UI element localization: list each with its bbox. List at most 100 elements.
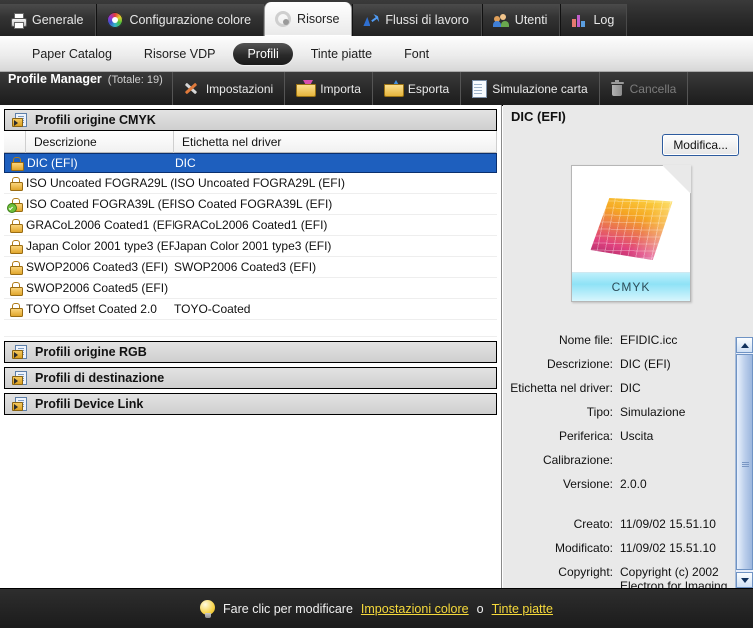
- field-descrizione: Descrizione: DIC (EFI): [503, 357, 735, 371]
- tools-icon: [184, 81, 200, 97]
- importa-button[interactable]: Importa: [285, 72, 373, 105]
- table-row[interactable]: ISO Coated FOGRA39L (EFI) ISO Coated FOG…: [4, 194, 497, 215]
- lock-icon: [5, 157, 27, 171]
- tab-label: Configurazione colore: [129, 12, 252, 27]
- table-row[interactable]: SWOP2006 Coated3 (EFI) SWOP2006 Coated3 …: [4, 257, 497, 278]
- lock-check-icon: [4, 198, 26, 213]
- table-row[interactable]: Japan Color 2001 type3 (EFI) Japan Color…: [4, 236, 497, 257]
- impostazioni-button[interactable]: Impostazioni: [173, 72, 286, 105]
- lock-icon: [4, 303, 26, 317]
- tab-flussi-di-lavoro[interactable]: Flussi di lavoro: [352, 4, 482, 36]
- collapsed-group-icon: [12, 345, 27, 359]
- field-label: Etichetta nel driver:: [510, 381, 613, 395]
- folder-export-icon: [383, 79, 404, 97]
- row-description: SWOP2006 Coated5 (EFI): [26, 281, 169, 295]
- table-row[interactable]: GRACoL2006 Coated1 (EFI) GRACoL2006 Coat…: [4, 215, 497, 236]
- lock-icon: [4, 282, 26, 296]
- row-description: TOYO Offset Coated 2.0: [26, 302, 157, 316]
- gear-icon: [275, 11, 292, 27]
- row-description: ISO Coated FOGRA39L (EFI): [26, 197, 174, 211]
- row-driver-label: ISO Uncoated FOGRA29L (EFI): [174, 176, 345, 190]
- button-label: Simulazione carta: [492, 81, 588, 96]
- cancella-button[interactable]: Cancella: [600, 72, 689, 105]
- simulazione-carta-button[interactable]: Simulazione carta: [461, 72, 600, 105]
- field-value: 11/09/02 15.51.10: [620, 517, 716, 531]
- table-row[interactable]: TOYO Offset Coated 2.0 TOYO-Coated: [4, 299, 497, 320]
- scroll-down-button[interactable]: [736, 572, 753, 588]
- group-header-label: Profili origine RGB: [35, 345, 147, 359]
- subtab-profili[interactable]: Profili: [233, 42, 293, 65]
- list-column-headers: Descrizione Etichetta nel driver: [4, 130, 497, 153]
- row-description: GRACoL2006 Coated1 (EFI): [26, 218, 174, 232]
- main-tab-bar: Generale Configurazione colore Risorse F…: [0, 0, 753, 37]
- tinte-piatte-link[interactable]: Tinte piatte: [492, 602, 553, 616]
- group-header-destinazione[interactable]: Profili di destinazione: [4, 367, 497, 389]
- expanded-group-icon: [12, 113, 27, 127]
- field-calibrazione: Calibrazione:: [503, 453, 735, 467]
- detail-vertical-scrollbar[interactable]: [735, 337, 753, 588]
- field-label: Versione:: [562, 477, 613, 491]
- field-value: Uscita: [620, 429, 654, 443]
- lock-icon: [4, 240, 26, 254]
- chevron-down-icon: [740, 577, 749, 583]
- application-window: Generale Configurazione colore Risorse F…: [0, 0, 753, 628]
- lock-icon: [4, 261, 26, 275]
- modifica-button[interactable]: Modifica...: [662, 134, 739, 156]
- printer-icon: [10, 12, 27, 29]
- tab-label: Log: [593, 12, 615, 27]
- field-etichetta-driver: Etichetta nel driver: DIC: [503, 381, 735, 395]
- esporta-button[interactable]: Esporta: [373, 72, 462, 105]
- tab-risorse[interactable]: Risorse: [264, 2, 353, 36]
- field-versione: Versione: 2.0.0: [503, 477, 735, 491]
- subtab-risorse-vdp[interactable]: Risorse VDP: [130, 43, 230, 65]
- collapsed-group-icon: [12, 397, 27, 411]
- scrollbar-grip-icon: [742, 462, 749, 467]
- subtab-font[interactable]: Font: [390, 43, 443, 65]
- group-header-label: Profili di destinazione: [35, 371, 165, 385]
- row-description: DIC (EFI): [27, 156, 78, 170]
- tab-configurazione-colore[interactable]: Configurazione colore: [96, 4, 265, 36]
- row-driver-label: GRACoL2006 Coated1 (EFI): [174, 218, 328, 232]
- tab-label: Flussi di lavoro: [385, 12, 469, 27]
- field-label: Copyright:: [558, 565, 613, 579]
- field-label: Creato:: [573, 517, 613, 531]
- scrollbar-thumb[interactable]: [736, 354, 753, 570]
- table-row[interactable]: SWOP2006 Coated5 (EFI): [4, 278, 497, 299]
- impostazioni-colore-link[interactable]: Impostazioni colore: [361, 602, 469, 616]
- field-label: Descrizione:: [546, 357, 613, 371]
- group-header-cmyk[interactable]: Profili origine CMYK: [4, 109, 497, 131]
- column-header-etichetta[interactable]: Etichetta nel driver: [174, 130, 497, 153]
- tab-generale[interactable]: Generale: [0, 4, 97, 36]
- profile-total-count: (Totale: 19): [107, 74, 163, 86]
- button-label: Importa: [320, 81, 361, 96]
- tab-utenti[interactable]: Utenti: [481, 4, 561, 36]
- table-row[interactable]: DIC (EFI) DIC: [4, 153, 497, 173]
- row-description: ISO Uncoated FOGRA29L (...: [26, 176, 174, 190]
- table-row[interactable]: ISO Uncoated FOGRA29L (... ISO Uncoated …: [4, 173, 497, 194]
- group-header-device-link[interactable]: Profili Device Link: [4, 393, 497, 415]
- tab-log[interactable]: Log: [560, 4, 628, 36]
- folder-import-icon: [296, 79, 317, 97]
- field-tipo: Tipo: Simulazione: [503, 405, 735, 419]
- field-creato: Creato: 11/09/02 15.51.10: [503, 517, 735, 531]
- scroll-up-button[interactable]: [736, 337, 753, 353]
- row-description: SWOP2006 Coated3 (EFI): [26, 260, 169, 274]
- users-icon: [492, 12, 509, 28]
- group-header-label: Profili Device Link: [35, 397, 144, 411]
- profile-list-pane: Profili origine CMYK Descrizione Etichet…: [0, 105, 502, 588]
- color-wheel-icon: [107, 12, 124, 28]
- field-value: Simulazione: [620, 405, 686, 419]
- subtab-paper-catalog[interactable]: Paper Catalog: [18, 43, 126, 65]
- field-label: Modificato:: [554, 541, 613, 555]
- group-header-label: Profili origine CMYK: [35, 113, 156, 127]
- column-header-icon: [4, 130, 26, 153]
- collapsed-group-icon: [12, 371, 27, 385]
- group-header-rgb[interactable]: Profili origine RGB: [4, 341, 497, 363]
- thumbnail-colorspace-label: CMYK: [572, 272, 690, 301]
- subtab-tinte-piatte[interactable]: Tinte piatte: [297, 43, 386, 65]
- field-label: Periferica:: [558, 429, 613, 443]
- column-header-descrizione[interactable]: Descrizione: [26, 130, 174, 153]
- page-fold-corner: [662, 165, 691, 194]
- profile-thumbnail: CMYK: [571, 165, 691, 302]
- page-title: Profile Manager: [8, 72, 102, 86]
